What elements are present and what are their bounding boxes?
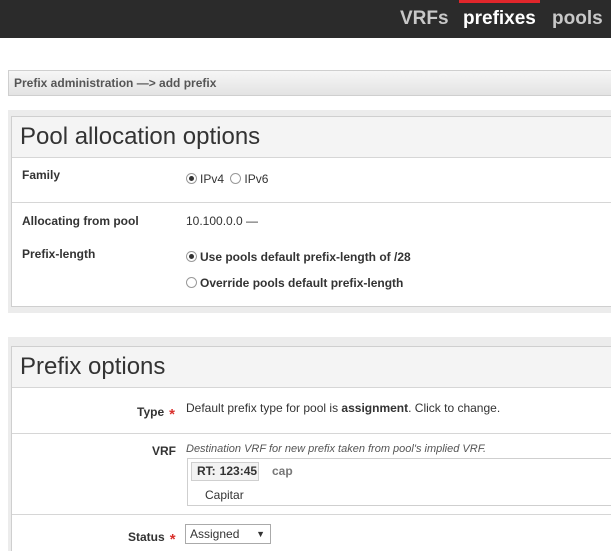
vrf-selector[interactable]: RT: 123:45 cap Capitar — [187, 458, 611, 506]
required-marker: * — [169, 531, 176, 548]
pool-section-title: Pool allocation options — [12, 117, 611, 158]
allocating-from-label: Allocating from pool — [22, 214, 139, 228]
chevron-down-icon: ▼ — [256, 529, 265, 539]
required-marker: * — [169, 406, 175, 423]
type-text: Default prefix type for pool is — [186, 401, 342, 415]
vrf-label: VRF — [152, 444, 176, 458]
ipv6-radio-label[interactable]: IPv6 — [244, 172, 268, 186]
status-selected-value: Assigned — [190, 527, 240, 541]
type-value[interactable]: assignment — [341, 401, 408, 415]
top-nav-bar: VRFs prefixes pools — [0, 0, 611, 38]
status-select[interactable]: Assigned ▼ — [185, 524, 271, 544]
nav-item-prefixes[interactable]: prefixes — [459, 0, 540, 38]
prefix-length-override-radio[interactable] — [186, 277, 197, 288]
prefix-section-title: Prefix options — [12, 347, 611, 388]
prefix-length-label: Prefix-length — [22, 247, 96, 261]
nav-item-pools[interactable]: pools — [552, 0, 603, 38]
divider — [12, 514, 611, 515]
nav-item-vrfs[interactable]: VRFs — [400, 0, 449, 38]
pool-allocation-panel: Pool allocation options Family IPv4 IPv6… — [11, 116, 611, 307]
prefix-length-override-option[interactable]: Override pools default prefix-length — [186, 276, 403, 290]
prefix-length-default-radio[interactable] — [186, 251, 197, 262]
vrf-description: Capitar — [205, 488, 244, 502]
divider — [12, 202, 611, 203]
type-label-text: Type — [137, 405, 165, 419]
status-label-text: Status — [128, 530, 165, 544]
vrf-hint: Destination VRF for new prefix taken fro… — [186, 443, 487, 455]
allocating-from-value: 10.100.0.0 — — [186, 214, 259, 228]
divider — [12, 433, 611, 434]
prefix-length-default-label[interactable]: Use pools default prefix-length of /28 — [200, 250, 411, 264]
type-label: Type * — [137, 405, 175, 423]
type-description[interactable]: Default prefix type for pool is assignme… — [186, 401, 500, 415]
prefix-length-override-label[interactable]: Override pools default prefix-length — [200, 276, 403, 290]
family-radio-group: IPv4 IPv6 — [186, 172, 268, 186]
prefix-length-default-option[interactable]: Use pools default prefix-length of /28 — [186, 250, 411, 264]
ipv4-radio[interactable] — [186, 173, 197, 184]
breadcrumb: Prefix administration —> add prefix — [8, 70, 611, 96]
ipv4-radio-label[interactable]: IPv4 — [200, 172, 224, 186]
type-text-suffix: . Click to change. — [408, 401, 501, 415]
ipv6-radio[interactable] — [230, 173, 242, 184]
prefix-options-panel: Prefix options Type * Default prefix type… — [11, 346, 611, 551]
vrf-name: cap — [272, 464, 293, 478]
rt-key: RT: — [197, 464, 216, 478]
status-label: Status * — [128, 530, 176, 548]
rt-value: 123:45 — [219, 464, 258, 478]
rt-badge: RT: 123:45 — [191, 462, 259, 481]
family-label: Family — [22, 168, 61, 182]
